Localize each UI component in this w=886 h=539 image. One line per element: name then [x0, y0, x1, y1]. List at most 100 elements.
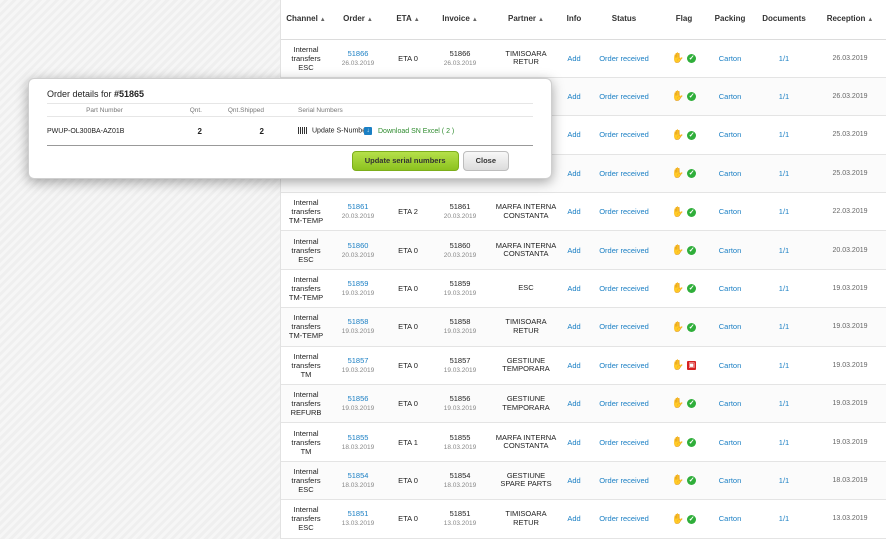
packing-link[interactable]: Carton	[719, 399, 742, 408]
cell-status[interactable]: Order received	[585, 384, 663, 424]
order-link[interactable]: 51857	[333, 356, 383, 365]
cell-info[interactable]: Add	[563, 230, 585, 270]
packing-link[interactable]: Carton	[719, 284, 742, 293]
cell-documents[interactable]: 1/1	[755, 39, 813, 78]
cell-flag[interactable]: ✋ ✓	[663, 77, 705, 117]
add-info-link[interactable]: Add	[567, 207, 580, 216]
cell-status[interactable]: Order received	[585, 346, 663, 386]
cell-packing[interactable]: Carton	[705, 307, 755, 347]
add-info-link[interactable]: Add	[567, 399, 580, 408]
hand-icon[interactable]: ✋	[672, 130, 684, 140]
download-sn-excel-link[interactable]: ↓ Download SN Excel ( 2 )	[364, 127, 533, 135]
cell-documents[interactable]: 1/1	[755, 384, 813, 424]
order-link[interactable]: 51856	[333, 394, 383, 403]
hand-icon[interactable]: ✋	[672, 245, 684, 255]
add-info-link[interactable]: Add	[567, 476, 580, 485]
cell-packing[interactable]: Carton	[705, 461, 755, 501]
cell-packing[interactable]: Carton	[705, 346, 755, 386]
cell-status[interactable]: Order received	[585, 461, 663, 501]
documents-link[interactable]: 1/1	[779, 169, 789, 178]
header-invoice[interactable]: Invoice ▲	[431, 0, 489, 40]
cell-order[interactable]: 51856 19.03.2019	[331, 384, 385, 424]
cell-order[interactable]: 51860 20.03.2019	[331, 230, 385, 270]
documents-link[interactable]: 1/1	[779, 322, 789, 331]
cell-packing[interactable]: Carton	[705, 499, 755, 539]
packing-link[interactable]: Carton	[719, 169, 742, 178]
cell-order[interactable]: 51855 18.03.2019	[331, 422, 385, 462]
cell-flag[interactable]: ✋ ✓	[663, 115, 705, 155]
packing-link[interactable]: Carton	[719, 92, 742, 101]
hand-icon[interactable]: ✋	[672, 399, 684, 409]
documents-link[interactable]: 1/1	[779, 438, 789, 447]
add-info-link[interactable]: Add	[567, 284, 580, 293]
cell-order[interactable]: 51857 19.03.2019	[331, 346, 385, 386]
add-info-link[interactable]: Add	[567, 92, 580, 101]
cell-flag[interactable]: ✋ ✓	[663, 154, 705, 194]
order-link[interactable]: 51860	[333, 241, 383, 250]
cell-documents[interactable]: 1/1	[755, 269, 813, 309]
add-info-link[interactable]: Add	[567, 246, 580, 255]
documents-link[interactable]: 1/1	[779, 399, 789, 408]
cell-info[interactable]: Add	[563, 499, 585, 539]
packing-link[interactable]: Carton	[719, 130, 742, 139]
cell-documents[interactable]: 1/1	[755, 154, 813, 194]
cell-flag[interactable]: ✋ ✓	[663, 461, 705, 501]
cell-documents[interactable]: 1/1	[755, 422, 813, 462]
cell-packing[interactable]: Carton	[705, 77, 755, 117]
cell-documents[interactable]: 1/1	[755, 115, 813, 155]
hand-icon[interactable]: ✋	[672, 169, 684, 179]
cell-packing[interactable]: Carton	[705, 422, 755, 462]
cell-status[interactable]: Order received	[585, 77, 663, 117]
status-link[interactable]: Order received	[599, 438, 649, 447]
cell-packing[interactable]: Carton	[705, 39, 755, 78]
documents-link[interactable]: 1/1	[779, 92, 789, 101]
hand-icon[interactable]: ✋	[672, 92, 684, 102]
cell-documents[interactable]: 1/1	[755, 499, 813, 539]
cell-info[interactable]: Add	[563, 154, 585, 194]
cell-info[interactable]: Add	[563, 307, 585, 347]
cell-flag[interactable]: ✋ ✓	[663, 192, 705, 232]
packing-link[interactable]: Carton	[719, 476, 742, 485]
cell-status[interactable]: Order received	[585, 422, 663, 462]
cell-order[interactable]: 51851 13.03.2019	[331, 499, 385, 539]
documents-link[interactable]: 1/1	[779, 246, 789, 255]
cell-order[interactable]: 51858 19.03.2019	[331, 307, 385, 347]
cell-documents[interactable]: 1/1	[755, 77, 813, 117]
status-link[interactable]: Order received	[599, 322, 649, 331]
documents-link[interactable]: 1/1	[779, 361, 789, 370]
status-link[interactable]: Order received	[599, 246, 649, 255]
header-channel[interactable]: Channel ▲	[281, 0, 331, 40]
cell-status[interactable]: Order received	[585, 39, 663, 78]
status-link[interactable]: Order received	[599, 130, 649, 139]
add-info-link[interactable]: Add	[567, 54, 580, 63]
cell-info[interactable]: Add	[563, 269, 585, 309]
cell-packing[interactable]: Carton	[705, 192, 755, 232]
cell-status[interactable]: Order received	[585, 307, 663, 347]
status-link[interactable]: Order received	[599, 169, 649, 178]
cell-order[interactable]: 51866 26.03.2019	[331, 39, 385, 78]
cell-flag[interactable]: ✋ ✓	[663, 422, 705, 462]
status-link[interactable]: Order received	[599, 361, 649, 370]
close-button[interactable]: Close	[462, 151, 509, 171]
cell-flag[interactable]: ✋ ✓	[663, 499, 705, 539]
cell-status[interactable]: Order received	[585, 269, 663, 309]
status-link[interactable]: Order received	[599, 92, 649, 101]
cell-packing[interactable]: Carton	[705, 384, 755, 424]
add-info-link[interactable]: Add	[567, 438, 580, 447]
hand-icon[interactable]: ✋	[672, 361, 684, 371]
cell-order[interactable]: 51861 20.03.2019	[331, 192, 385, 232]
add-info-link[interactable]: Add	[567, 514, 580, 523]
cell-documents[interactable]: 1/1	[755, 461, 813, 501]
cell-flag[interactable]: ✋ ✓	[663, 230, 705, 270]
status-link[interactable]: Order received	[599, 399, 649, 408]
cell-info[interactable]: Add	[563, 115, 585, 155]
order-link[interactable]: 51859	[333, 279, 383, 288]
order-link[interactable]: 51858	[333, 317, 383, 326]
add-info-link[interactable]: Add	[567, 361, 580, 370]
add-info-link[interactable]: Add	[567, 130, 580, 139]
hand-icon[interactable]: ✋	[672, 514, 684, 524]
cell-packing[interactable]: Carton	[705, 230, 755, 270]
add-info-link[interactable]: Add	[567, 322, 580, 331]
hand-icon[interactable]: ✋	[672, 437, 684, 447]
packing-link[interactable]: Carton	[719, 322, 742, 331]
